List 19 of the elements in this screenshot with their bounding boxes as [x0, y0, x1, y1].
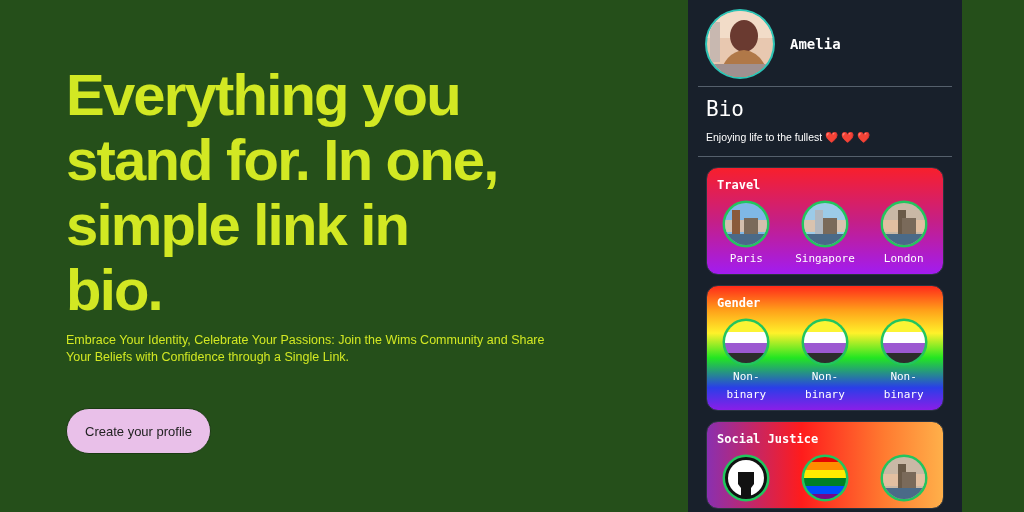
bio-heading: Bio — [706, 97, 745, 121]
headline: Everything you stand for. In one, simple link in bio. — [66, 62, 499, 322]
item-label: Non-binary — [726, 369, 767, 403]
bio-text: Enjoying life to the fullest ❤ ❤ ❤ — [706, 131, 871, 144]
item-label: Singapore — [795, 251, 855, 267]
nonbinary-flag-icon[interactable] — [722, 318, 771, 366]
profile-name: Amelia — [790, 36, 841, 52]
card-title: Gender — [716, 296, 762, 310]
item-label: London — [883, 251, 924, 267]
subtitle: Embrace Your Identity, Celebrate Your Passions: Join the Wims Community and Share Your Beliefs with Confidence through a Single Link. — [66, 332, 546, 366]
item-label: Non-binary — [883, 369, 924, 403]
item-label: Non-binary — [805, 369, 845, 403]
nonbinary-flag-icon[interactable] — [801, 318, 849, 366]
nonbinary-flag-icon[interactable] — [879, 318, 928, 366]
card-title: Social Justice — [716, 432, 820, 446]
rainbow-flag-icon[interactable] — [801, 454, 849, 502]
create-profile-button[interactable]: Create your profile — [66, 408, 211, 454]
item-label: Paris — [729, 251, 763, 267]
card-title: Travel — [716, 178, 762, 192]
